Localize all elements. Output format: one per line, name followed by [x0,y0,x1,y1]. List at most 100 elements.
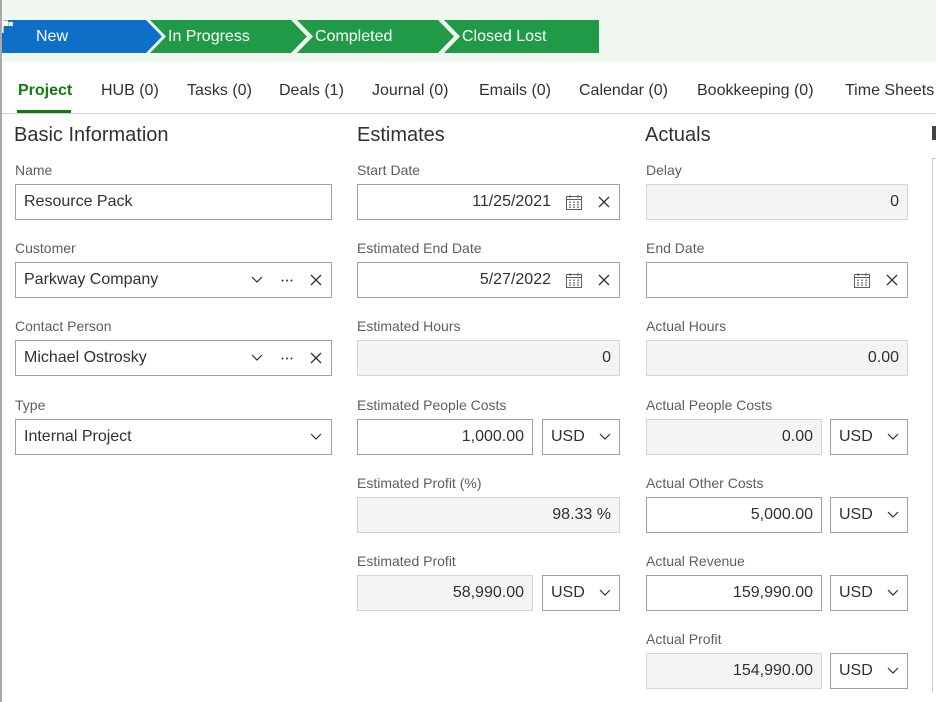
actual-people-costs-value: 0.00 [781,428,813,445]
tab-tasks[interactable]: Tasks (0) [187,82,252,100]
estimated-hours-label: Estimated Hours [357,318,461,334]
chevron-down-icon[interactable] [595,576,615,610]
clear-icon[interactable] [306,341,326,375]
calendar-icon[interactable] [852,263,872,297]
type-value: Internal Project [24,428,132,445]
actual-revenue-input[interactable]: 159,990.00 [646,575,822,611]
actual-profit-value: 154,990.00 [732,662,813,679]
estimated-profit-label: Estimated Profit [357,553,456,569]
start-date-label: Start Date [357,162,421,178]
type-label: Type [15,397,46,413]
delay-field: 0 [646,184,908,220]
chevron-down-icon[interactable] [883,654,903,688]
estimated-people-costs-label: Estimated People Costs [357,397,507,413]
clear-icon[interactable] [594,185,614,219]
actual-people-costs-label: Actual People Costs [646,397,773,413]
estimated-profit-currency-select[interactable]: USD [542,575,620,611]
name-input[interactable]: Resource Pack [15,184,332,220]
tab-deals[interactable]: Deals (1) [279,82,344,100]
actual-revenue-value: 159,990.00 [732,584,813,601]
start-date-picker[interactable]: 11/25/2021 [357,184,620,220]
estimated-hours-value: 0 [602,349,611,366]
estimated-people-costs-currency-select[interactable]: USD [542,419,620,455]
stage-label: Closed Lost [462,28,547,45]
delay-label: Delay [646,162,682,178]
tab-calendar[interactable]: Calendar (0) [579,82,668,100]
estimated-hours-field: 0 [357,340,620,376]
section-title-estimates: Estimates [357,124,445,146]
actual-revenue-label: Actual Revenue [646,553,745,569]
actual-revenue-currency-select[interactable]: USD [830,575,908,611]
type-select[interactable]: Internal Project [15,419,332,455]
calendar-icon[interactable] [564,185,584,219]
estimated-profit-pct-field: 98.33 % [357,497,620,533]
stage-in-progress[interactable]: In Progress [147,20,309,53]
tab-emails[interactable]: Emails (0) [479,82,551,100]
stage-closed-lost[interactable]: Closed Lost [441,20,601,53]
stage-new-shape [2,20,162,53]
contact-person-label: Contact Person [15,318,112,334]
stage-new[interactable]: New [2,20,164,53]
customer-lookup[interactable]: Parkway Company [15,262,332,298]
clear-icon[interactable] [882,263,902,297]
estimated-profit-pct-label: Estimated Profit (%) [357,475,482,491]
actual-profit-label: Actual Profit [646,631,722,647]
actual-other-costs-input[interactable]: 5,000.00 [646,497,822,533]
calendar-icon[interactable] [564,263,584,297]
tab-bar: Project HUB (0) Tasks (0) Deals (1) Jour… [2,62,936,114]
chevron-down-icon[interactable] [247,341,267,375]
customer-label: Customer [15,240,76,256]
chevron-down-icon[interactable] [883,498,903,532]
estimated-end-date-picker[interactable]: 5/27/2022 [357,262,620,298]
chevron-down-icon[interactable] [247,263,267,297]
actual-other-costs-currency-select[interactable]: USD [830,497,908,533]
contact-person-value: Michael Ostrosky [24,349,147,366]
delay-value: 0 [890,193,899,210]
actual-other-costs-label: Actual Other Costs [646,475,764,491]
tab-project[interactable]: Project [18,82,72,100]
tab-bookkeeping[interactable]: Bookkeeping (0) [697,82,814,100]
chevron-down-icon[interactable] [595,420,615,454]
section-title-basic-information: Basic Information [14,124,169,146]
section-title-actuals: Actuals [645,124,711,146]
tab-journal[interactable]: Journal (0) [372,82,448,100]
next-section-panel-edge [932,158,936,692]
estimated-end-date-value: 5/27/2022 [479,271,551,288]
actual-hours-field: 0.00 [646,340,908,376]
end-date-label: End Date [646,240,705,256]
active-tab-indicator [17,110,71,113]
estimated-people-costs-value: 1,000.00 [461,428,524,445]
tab-hub[interactable]: HUB (0) [101,82,159,100]
actual-hours-label: Actual Hours [646,318,727,334]
estimated-profit-field: 58,990.00 [357,575,533,611]
clear-icon[interactable] [594,263,614,297]
actual-profit-currency-select[interactable]: USD [830,653,908,689]
stage-label: In Progress [168,28,250,45]
currency-value: USD [551,584,585,601]
clear-icon[interactable] [306,263,326,297]
actual-people-costs-field: 0.00 [646,419,822,455]
flag-icon [2,20,13,33]
estimated-people-costs-input[interactable]: 1,000.00 [357,419,533,455]
currency-value: USD [839,584,873,601]
estimated-profit-value: 58,990.00 [452,584,524,601]
more-options-icon[interactable] [277,341,297,375]
name-value: Resource Pack [24,193,133,210]
actual-other-costs-value: 5,000.00 [750,506,813,523]
actual-people-costs-currency-select[interactable]: USD [830,419,908,455]
next-section-title-fragment [932,126,936,140]
chevron-down-icon[interactable] [883,576,903,610]
contact-person-lookup[interactable]: Michael Ostrosky [15,340,332,376]
chevron-down-icon[interactable] [883,420,903,454]
more-options-icon[interactable] [277,263,297,297]
currency-value: USD [839,662,873,679]
stage-completed[interactable]: Completed [294,20,456,53]
name-label: Name [15,162,53,178]
currency-value: USD [839,428,873,445]
chevron-down-icon[interactable] [306,420,326,454]
customer-value: Parkway Company [24,271,159,288]
actual-hours-value: 0.00 [867,349,899,366]
end-date-picker[interactable] [646,262,908,298]
tab-time-sheets[interactable]: Time Sheets [845,82,934,100]
actual-profit-field: 154,990.00 [646,653,822,689]
